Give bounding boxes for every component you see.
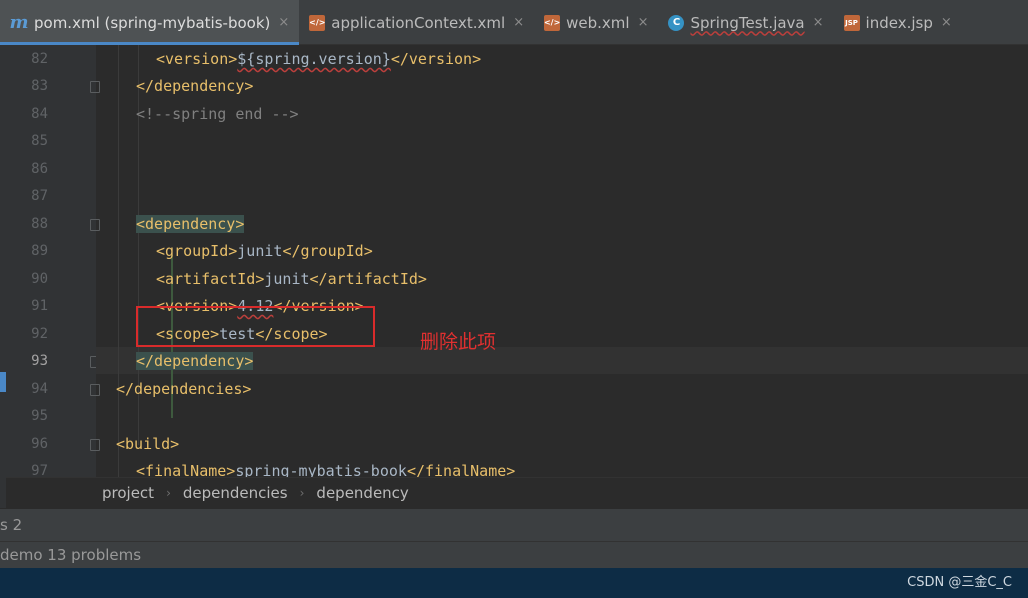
xml-file-icon: </> [544,14,560,31]
line-number: 84 [31,106,48,122]
line-number: 82 [31,51,48,67]
problems-summary-row[interactable]: demo 13 problems [0,541,1028,568]
code-line-90: <artifactId>junit</artifactId> [156,270,427,288]
line-number: 89 [31,243,48,259]
close-icon[interactable]: × [513,15,524,30]
breadcrumb-item[interactable]: project [102,484,154,502]
tab-applicationcontext-xml[interactable]: </> applicationContext.xml × [299,0,534,45]
watermark-text: CSDN @三金C_C [907,575,1012,590]
tab-label: applicationContext.xml [331,13,506,32]
breadcrumb: project › dependencies › dependency [6,477,1028,508]
line-number: 86 [31,161,48,177]
line-number: 83 [31,78,48,94]
problems-summary-label: demo 13 problems [0,546,142,564]
tab-label: pom.xml (spring-mybatis-book) [34,13,271,32]
chevron-right-icon: › [166,486,171,500]
code-line-97: <finalName>spring-mybatis-book</finalNam… [136,462,516,477]
code-line-82: <version>${spring.version}</version> [156,50,482,68]
line-number: 90 [31,271,48,287]
breadcrumb-item[interactable]: dependency [316,484,408,502]
tab-web-xml[interactable]: </> web.xml × [534,0,658,45]
close-icon[interactable]: × [941,15,952,30]
jsp-file-icon: JSP [843,14,860,31]
code-line-94: </dependencies> [116,380,252,398]
java-class-icon: C [668,14,685,31]
maven-icon: m [9,12,29,33]
editor-tab-bar: m pom.xml (spring-mybatis-book) × </> ap… [0,0,1028,45]
code-line-84: <!--spring end --> [136,105,299,123]
line-number: 91 [31,298,48,314]
annotation-note: 删除此项 [420,331,497,353]
close-icon[interactable]: × [813,15,824,30]
tab-label: web.xml [566,13,630,32]
code-line-93: </dependency> [136,352,254,370]
line-number: 85 [31,133,48,149]
close-icon[interactable]: × [638,15,649,30]
annotation-highlight-box [136,306,375,347]
line-number: 87 [31,188,48,204]
line-number: 92 [31,326,48,342]
line-number-gutter: 82 83 84 85 86 87 88 89 90 91 92 93 94 9… [6,45,100,479]
tab-label: index.jsp [865,13,933,32]
tab-springtest-java[interactable]: C SpringTest.java × [658,0,833,45]
indent-guide [118,45,119,477]
chevron-right-icon: › [299,486,305,500]
tab-pom-xml[interactable]: m pom.xml (spring-mybatis-book) × [0,0,300,45]
breadcrumb-item[interactable]: dependencies [183,484,288,502]
line-number: 96 [31,436,48,452]
tab-label: SpringTest.java [690,13,805,32]
tab-index-jsp[interactable]: JSP index.jsp × [834,0,962,45]
status-bar: CSDN @三金C_C [0,568,1028,598]
code-line-83: </dependency> [136,77,254,95]
line-number: 88 [31,216,48,232]
code-line-88: <dependency> [136,215,245,233]
code-editor[interactable]: <version>${spring.version}</version> </d… [96,45,1028,477]
line-number: 94 [31,381,48,397]
line-number: 95 [31,408,48,424]
xml-file-icon: </> [309,14,325,31]
close-icon[interactable]: × [278,15,289,30]
line-number-current: 93 [31,353,48,369]
code-line-89: <groupId>junit</groupId> [156,242,373,260]
code-line-96: <build> [116,435,180,453]
problems-tab-header[interactable]: s 2 [0,508,1028,541]
problems-tab-label: s 2 [0,516,23,534]
